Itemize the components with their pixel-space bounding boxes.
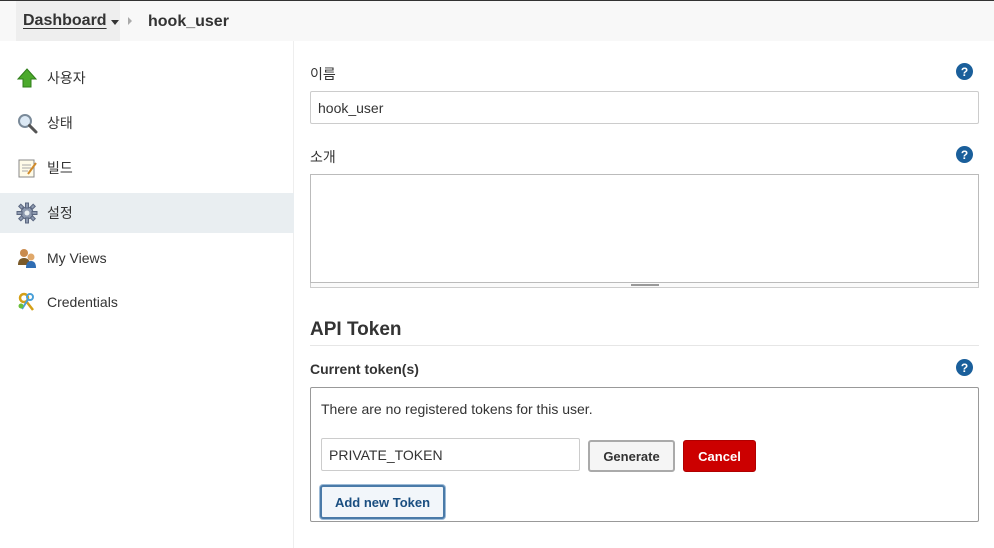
sidebar-item-my-views[interactable]: My Views xyxy=(0,238,294,278)
chevron-right-icon xyxy=(128,17,132,25)
no-tokens-message: There are no registered tokens for this … xyxy=(321,401,593,417)
sidebar-item-label: 설정 xyxy=(47,205,73,221)
sidebar-item-user[interactable]: 사용자 xyxy=(0,58,294,98)
notepad-icon xyxy=(16,157,38,179)
help-icon[interactable]: ? xyxy=(956,359,973,376)
sidebar-item-builds[interactable]: 빌드 xyxy=(0,148,294,188)
sidebar-item-label: My Views xyxy=(47,250,107,266)
sidebar-item-credentials[interactable]: Credentials xyxy=(0,282,294,322)
breadcrumb-dashboard-label[interactable]: Dashboard xyxy=(23,12,107,30)
help-icon[interactable]: ? xyxy=(956,63,973,80)
sidebar-item-settings[interactable]: 설정 xyxy=(0,193,294,233)
breadcrumb-user[interactable]: hook_user xyxy=(148,13,229,31)
magnifier-icon xyxy=(16,112,38,134)
name-label: 이름 xyxy=(310,66,336,82)
textarea-resize-bar[interactable] xyxy=(310,283,979,288)
description-label: 소개 xyxy=(310,149,336,165)
section-divider xyxy=(310,345,979,346)
generate-button[interactable]: Generate xyxy=(588,440,675,472)
sidebar-item-label: 상태 xyxy=(47,115,73,131)
help-icon[interactable]: ? xyxy=(956,146,973,163)
drag-grip-icon[interactable] xyxy=(631,284,659,286)
name-input[interactable]: hook_user xyxy=(310,91,979,124)
sidebar-item-label: Credentials xyxy=(47,294,118,310)
sidebar-item-status[interactable]: 상태 xyxy=(0,103,294,143)
users-icon xyxy=(16,247,38,269)
add-new-token-button[interactable]: Add new Token xyxy=(320,485,445,519)
gear-icon xyxy=(16,202,38,224)
api-token-title: API Token xyxy=(310,319,402,340)
description-textarea[interactable] xyxy=(310,174,979,283)
breadcrumb-bar: Dashboard hook_user xyxy=(0,0,994,41)
sidebar: 사용자 상태 빌드 설정 My Views Credentials xyxy=(0,41,294,548)
cancel-button[interactable]: Cancel xyxy=(683,440,756,472)
token-name-input[interactable]: PRIVATE_TOKEN xyxy=(321,438,580,471)
keys-icon xyxy=(16,291,38,313)
current-tokens-label: Current token(s) xyxy=(310,361,419,377)
sidebar-item-label: 빌드 xyxy=(47,160,73,176)
sidebar-item-label: 사용자 xyxy=(47,70,86,86)
chevron-down-icon[interactable] xyxy=(110,19,119,25)
up-arrow-icon xyxy=(16,67,38,89)
breadcrumb-dashboard[interactable]: Dashboard xyxy=(16,1,120,41)
